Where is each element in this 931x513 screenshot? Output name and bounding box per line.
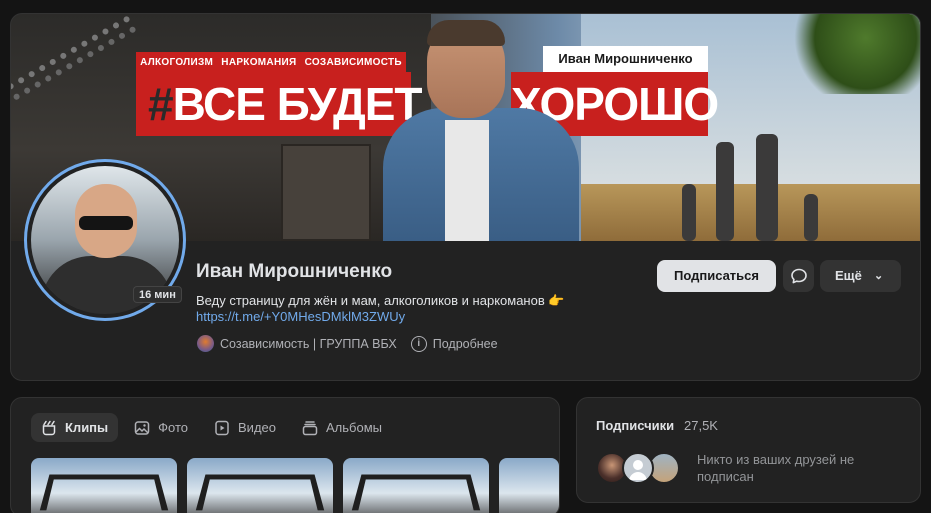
cover-tag: АЛКОГОЛИЗМ <box>140 56 214 68</box>
profile-link[interactable]: https://t.me/+Y0MHesDMklM3ZWUy <box>196 309 405 324</box>
subscriber-avatar[interactable] <box>622 452 654 484</box>
subscribers-avatars <box>596 452 680 484</box>
user-placeholder-icon <box>629 460 647 480</box>
media-card: Клипы Фото Видео Альбомы <box>10 397 560 513</box>
clip-thumbnail[interactable] <box>187 458 333 513</box>
cover-hash: # <box>148 78 174 130</box>
cover-barn-door <box>281 144 371 241</box>
video-icon <box>214 420 230 436</box>
cover-tree <box>781 14 920 94</box>
clips-icon <box>41 420 57 436</box>
group-avatar-icon <box>197 335 214 352</box>
story-time-badge: 16 мин <box>133 286 182 303</box>
clips-thumbnails <box>31 458 559 513</box>
cover-headline-left: #ВСЕ БУДЕТ <box>136 72 422 136</box>
cover-tags: АЛКОГОЛИЗМ НАРКОМАНИЯ СОЗАВИСИМОСТЬ <box>136 52 406 72</box>
more-button-label: Ещё <box>835 268 862 283</box>
profile-status-text: Веду страницу для жён и мам, алкоголиков… <box>196 293 545 308</box>
group-link[interactable]: Созависимость | ГРУППА ВБХ <box>220 337 397 351</box>
subscribers-friends-note: Никто из ваших друзей не подписан <box>697 452 855 484</box>
tab-photo[interactable]: Фото <box>124 413 198 442</box>
subscribers-count: 27,5K <box>684 418 718 433</box>
subscribe-button[interactable]: Подписаться <box>657 260 776 292</box>
subscribers-title: Подписчики <box>596 418 675 433</box>
tab-photo-label: Фото <box>158 420 189 435</box>
albums-icon <box>302 420 318 436</box>
message-icon <box>790 268 807 284</box>
tab-albums-label: Альбомы <box>326 420 382 435</box>
more-button[interactable]: Ещё ⌄ <box>820 260 901 292</box>
pointing-hand-icon: 👉 <box>548 293 565 308</box>
profile-status: Веду страницу для жён и мам, алкоголиков… <box>196 293 565 309</box>
cover-portrait <box>383 20 579 241</box>
subscribers-card[interactable]: Подписчики 27,5K Никто из ваших друзей н… <box>576 397 921 503</box>
profile-page: АЛКОГОЛИЗМ НАРКОМАНИЯ СОЗАВИСИМОСТЬ #ВСЕ… <box>0 0 931 513</box>
info-icon: i <box>410 335 427 352</box>
media-tabs: Клипы Фото Видео Альбомы <box>31 413 392 442</box>
tab-clips-label: Клипы <box>65 420 109 435</box>
message-button[interactable] <box>783 260 814 292</box>
clip-thumbnail[interactable] <box>499 458 559 513</box>
profile-name: Иван Мирошниченко <box>196 261 393 282</box>
more-info-link[interactable]: Подробнее <box>433 337 498 351</box>
cover-family <box>676 134 836 241</box>
profile-meta-row: Созависимость | ГРУППА ВБХ i Подробнее <box>197 335 498 352</box>
tab-clips[interactable]: Клипы <box>31 413 119 442</box>
cover-tag: НАРКОМАНИЯ <box>221 56 297 68</box>
clip-thumbnail[interactable] <box>343 458 489 513</box>
tab-video-label: Видео <box>238 420 276 435</box>
photo-icon <box>134 420 150 436</box>
clip-thumbnail[interactable] <box>31 458 177 513</box>
tab-albums[interactable]: Альбомы <box>292 413 392 442</box>
chevron-down-icon: ⌄ <box>874 270 884 282</box>
tab-video[interactable]: Видео <box>204 413 286 442</box>
